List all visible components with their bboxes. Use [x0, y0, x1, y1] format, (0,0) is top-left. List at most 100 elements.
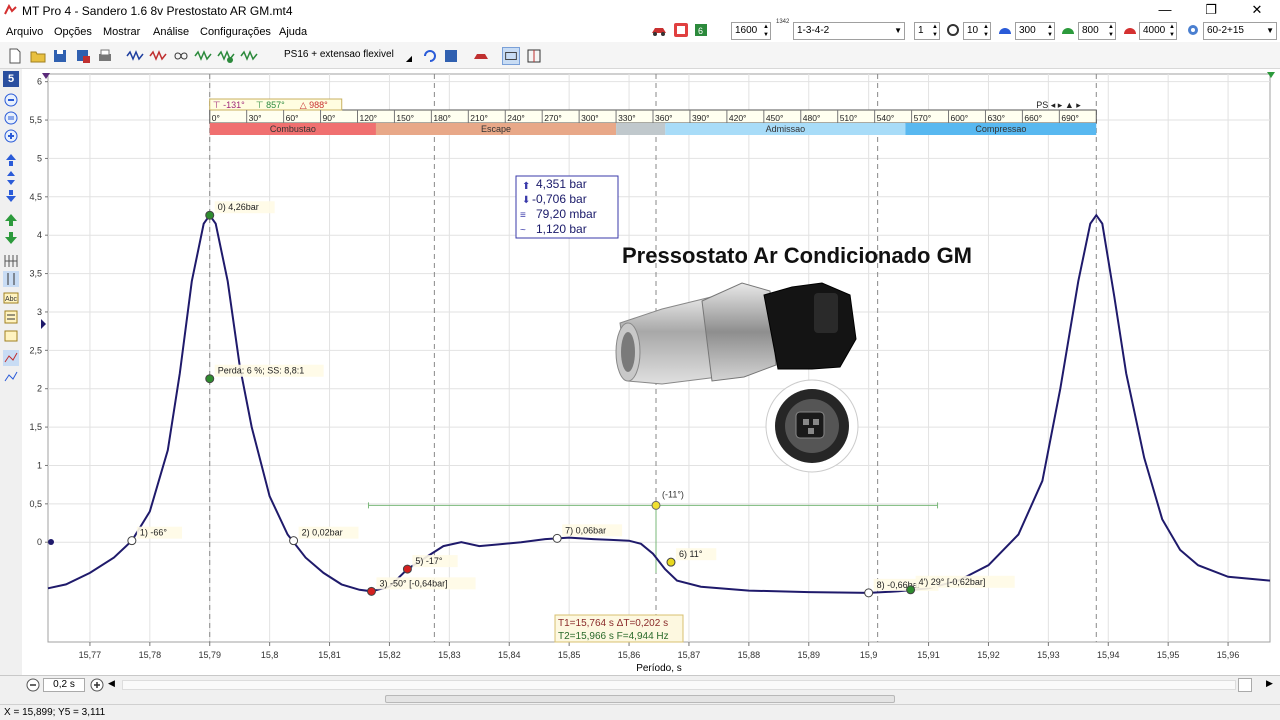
degree-label: 420°: [729, 113, 747, 123]
x-axis: 15,77 15,78 15,79 15,8 15,81 15,82 15,83 15,84 1…: [79, 642, 1239, 660]
time-scroll-track[interactable]: [122, 680, 1236, 690]
undo-icon[interactable]: [421, 47, 439, 65]
scroll-right-icon[interactable]: ▶: [1266, 678, 1273, 689]
chart-view-icon[interactable]: [3, 350, 19, 366]
status-bar: X = 15,899; Y5 = 3,111: [0, 704, 1280, 720]
waveform-compare-icon[interactable]: [149, 47, 167, 65]
probe-select[interactable]: PS16 + extensao flexivel ◢: [268, 46, 414, 66]
zoom-in-icon[interactable]: [3, 128, 19, 144]
cylinder-spinner[interactable]: 1 ▲ ▼: [914, 22, 940, 40]
restore-button[interactable]: ❐: [1188, 0, 1234, 21]
pressure-chart[interactable]: 00,511,522,533,544,555,56 15,77 15,78 15,7…: [22, 69, 1280, 675]
menu-analise[interactable]: Análise: [153, 26, 189, 38]
waveform-export-icon[interactable]: [217, 47, 235, 65]
wheel-select[interactable]: 60-2+15 ▼: [1203, 22, 1277, 40]
degree-label: 300°: [581, 113, 599, 123]
v3-spinner[interactable]: 4000 ▲ ▼: [1139, 22, 1177, 40]
v1-spinner[interactable]: 300 ▲ ▼: [1015, 22, 1055, 40]
minimize-button[interactable]: —: [1142, 0, 1188, 21]
chevron-down-icon: ▼: [1266, 26, 1274, 35]
marker-label: 1) -66°: [140, 528, 168, 538]
print-icon[interactable]: [96, 47, 114, 65]
vehicle-icon[interactable]: [472, 47, 490, 65]
y-tick-label: 0,5: [29, 499, 42, 509]
degree-label: 150°: [396, 113, 414, 123]
marker-point: [402, 564, 412, 574]
marker-point: [666, 557, 676, 567]
horizontal-scrollbar[interactable]: [0, 694, 1280, 704]
record-icon[interactable]: [673, 22, 689, 38]
scroll-box[interactable]: [1238, 678, 1252, 692]
waveform-green-icon[interactable]: [194, 47, 212, 65]
shift-down-icon[interactable]: [3, 188, 19, 204]
new-file-icon[interactable]: [6, 47, 24, 65]
menu-mostrar[interactable]: Mostrar: [103, 26, 140, 38]
infinity-icon[interactable]: [172, 47, 190, 65]
expand-vertical-icon[interactable]: [3, 170, 19, 186]
teeth-spinner[interactable]: 10 ▲ ▼: [963, 22, 991, 40]
zoom-fit-icon[interactable]: [3, 110, 19, 126]
y-tick-label: 3: [37, 307, 42, 317]
save-icon[interactable]: [51, 47, 69, 65]
arrow-down-green-icon[interactable]: [3, 230, 19, 246]
waveform-icon[interactable]: [126, 47, 144, 65]
degree-label: 630°: [987, 113, 1005, 123]
car-icon[interactable]: [651, 22, 667, 38]
v2-spinner[interactable]: 800 ▲ ▼: [1078, 22, 1116, 40]
sync-icon[interactable]: 6: [693, 22, 709, 38]
rpm-spinner[interactable]: 1600 ▲ ▼: [731, 22, 771, 40]
y-tick-label: 3,5: [29, 269, 42, 279]
grid-icon[interactable]: [3, 253, 19, 269]
zero-level-marker[interactable]: [48, 539, 54, 545]
shift-up-icon[interactable]: [3, 152, 19, 168]
marker-point: [864, 588, 874, 598]
time-per-div[interactable]: 0,2 s: [43, 678, 85, 692]
channel-level-marker[interactable]: [41, 319, 46, 329]
menu-opcoes[interactable]: Opções: [54, 26, 92, 38]
phase-label: Escape: [481, 124, 511, 134]
min-arrow-icon: ⬇: [522, 195, 530, 206]
zoom-out-time-icon[interactable]: [26, 678, 40, 692]
stat-pp: 1,120 bar: [536, 222, 587, 236]
menu-ajuda[interactable]: Ajuda: [279, 26, 307, 38]
list-icon[interactable]: [3, 309, 19, 325]
phase-label: Admissao: [766, 124, 806, 134]
y-tick-label: 1: [37, 460, 42, 470]
max-arrow-icon: ⬆: [522, 181, 530, 192]
x-tick-label: 15,78: [139, 650, 162, 660]
scroll-thumb[interactable]: [385, 695, 895, 703]
arrow-up-green-icon[interactable]: [3, 212, 19, 228]
close-button[interactable]: ✕: [1234, 0, 1280, 21]
scale-icon[interactable]: [3, 328, 19, 344]
x-axis-label: Período, s: [636, 663, 682, 674]
menu-configuracoes[interactable]: Configurações: [200, 26, 271, 38]
zoom-out-icon[interactable]: [3, 92, 19, 108]
save-channel-icon[interactable]: [442, 47, 460, 65]
rpm-badge: 1342: [776, 19, 790, 25]
cursor-mode-icon[interactable]: [502, 47, 520, 65]
scroll-left-icon[interactable]: ◀: [108, 678, 115, 689]
degree-label: 600°: [951, 113, 969, 123]
channel-badge[interactable]: 5: [3, 71, 19, 87]
zoom-in-time-icon[interactable]: [90, 678, 104, 692]
cursor-measure-icon[interactable]: [3, 271, 19, 287]
title-bar: MT Pro 4 - Sandero 1.6 8v Prestostato AR…: [0, 0, 1280, 21]
split-view-icon[interactable]: [525, 47, 543, 65]
v3-value: 4000: [1143, 25, 1166, 36]
rpm-value: 1600: [735, 25, 758, 36]
text-label-icon[interactable]: Abc: [3, 290, 19, 306]
chart-overlay-icon[interactable]: [3, 369, 19, 385]
degree-label: 540°: [877, 113, 895, 123]
open-folder-icon[interactable]: [29, 47, 47, 65]
waveform-import-icon[interactable]: [240, 47, 258, 65]
oscilloscope-panel[interactable]: 0 0,5 1 1,5 2 2,5 3 3,5 4 4,5 5 5,5 6 15,77 15,78 15,7…: [22, 69, 1280, 675]
gauge-icon: [999, 28, 1011, 34]
save-as-icon[interactable]: [74, 47, 92, 65]
gauge-green-icon: [1062, 28, 1074, 34]
x-tick-label: 15,88: [738, 650, 761, 660]
window-title: MT Pro 4 - Sandero 1.6 8v Prestostato AR…: [22, 4, 293, 18]
degree-label: 480°: [803, 113, 821, 123]
menu-arquivo[interactable]: Arquivo: [6, 26, 43, 38]
degree-label: 660°: [1024, 113, 1042, 123]
firing-order-select[interactable]: 1-3-4-2 ▼: [793, 22, 905, 40]
